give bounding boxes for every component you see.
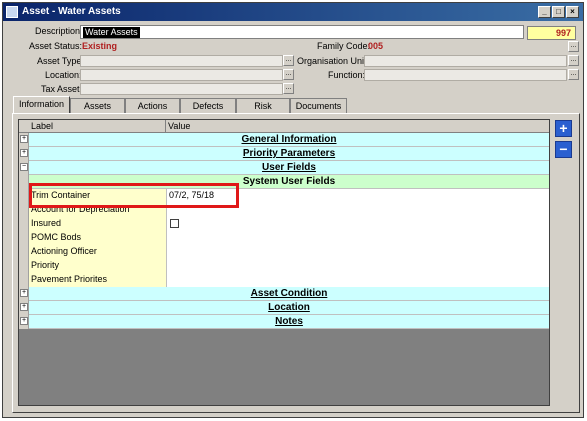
asset-status-label: Asset Status: (29, 41, 83, 51)
field-label: Actioning Officer (31, 246, 97, 256)
close-button[interactable]: × (566, 6, 579, 18)
field-row-pomc-bods[interactable]: POMC Bods (19, 231, 549, 245)
category-label: General Information (241, 134, 337, 145)
field-value[interactable] (166, 273, 549, 287)
field-label: POMC Bods (31, 232, 82, 242)
collapse-icon[interactable]: − (20, 163, 28, 171)
asset-window: Asset - Water Assets _ □ × Description: … (2, 2, 584, 418)
grid-header: Label Value (19, 120, 549, 133)
category-label: Asset Condition (250, 288, 328, 299)
organisation-unit-field[interactable] (364, 55, 567, 67)
expand-icon[interactable]: + (20, 149, 28, 157)
category-label: Notes (275, 316, 303, 327)
tab-assets[interactable]: Assets (70, 98, 125, 114)
category-label: Location (268, 302, 310, 313)
location-field[interactable] (80, 69, 283, 81)
description-value: Water Assets (83, 27, 140, 38)
label-column-header: Label (31, 121, 54, 131)
trim-container-highlight (29, 183, 239, 208)
tab-documents[interactable]: Documents (290, 98, 347, 114)
add-icon[interactable]: + (555, 120, 572, 137)
function-lookup-button[interactable]: ... (568, 69, 579, 80)
category-label: Priority Parameters (242, 148, 336, 159)
family-code-label: Family Code: (317, 41, 371, 51)
category-row-general-information[interactable]: + General Information (19, 133, 549, 147)
expand-icon[interactable]: + (20, 317, 28, 325)
field-row-priority[interactable]: Priority (19, 259, 549, 273)
insured-checkbox[interactable] (170, 219, 179, 228)
tab-defects[interactable]: Defects (180, 98, 236, 114)
category-row-asset-condition[interactable]: + Asset Condition (19, 287, 549, 301)
category-row-user-fields[interactable]: − User Fields (19, 161, 549, 175)
tab-information[interactable]: Information (13, 96, 70, 114)
tab-risk[interactable]: Risk (236, 98, 290, 114)
tab-actions[interactable]: Actions (125, 98, 180, 114)
asset-number-box: 997 (527, 26, 576, 40)
asset-type-lookup-button[interactable]: ... (283, 55, 294, 66)
description-label: Description: (35, 26, 83, 36)
tax-asset-lookup-button[interactable]: ... (283, 83, 294, 94)
window-title: Asset - Water Assets (22, 6, 121, 17)
minimize-button[interactable]: _ (538, 6, 551, 18)
family-code-lookup-button[interactable]: ... (568, 41, 579, 52)
organisation-unit-label: Organisation Unit: (297, 56, 370, 66)
asset-type-field[interactable] (80, 55, 283, 67)
location-lookup-button[interactable]: ... (283, 69, 294, 80)
category-row-priority-parameters[interactable]: + Priority Parameters (19, 147, 549, 161)
property-grid: Label Value + General Information + Prio… (18, 119, 550, 406)
function-field[interactable] (364, 69, 567, 81)
app-icon (6, 6, 18, 18)
location-label: Location: (45, 70, 82, 80)
field-row-pavement-priorites[interactable]: Pavement Priorites (19, 273, 549, 287)
field-value[interactable] (166, 231, 549, 245)
value-column-header: Value (168, 121, 191, 131)
field-label: Insured (31, 218, 62, 228)
field-value[interactable] (166, 245, 549, 259)
field-value[interactable] (166, 259, 549, 273)
asset-status-value: Existing (82, 41, 118, 51)
maximize-button[interactable]: □ (552, 6, 565, 18)
expand-icon[interactable]: + (20, 289, 28, 297)
asset-type-label: Asset Type: (37, 56, 84, 66)
field-row-insured[interactable]: Insured (19, 217, 549, 231)
family-code-value: 005 (368, 41, 384, 51)
organisation-unit-lookup-button[interactable]: ... (568, 55, 579, 66)
description-field[interactable] (80, 25, 524, 39)
expand-icon[interactable]: + (20, 303, 28, 311)
category-row-notes[interactable]: + Notes (19, 315, 549, 329)
field-label: Pavement Priorites (31, 274, 108, 284)
category-row-location[interactable]: + Location (19, 301, 549, 315)
tax-asset-label: Tax Asset: (41, 84, 83, 94)
expand-icon[interactable]: + (20, 135, 28, 143)
category-label: User Fields (262, 162, 316, 173)
function-label: Function: (328, 70, 366, 80)
tax-asset-field[interactable] (80, 83, 283, 95)
field-row-actioning-officer[interactable]: Actioning Officer (19, 245, 549, 259)
field-label: Priority (31, 260, 60, 270)
remove-icon[interactable]: − (555, 141, 572, 158)
title-bar: Asset - Water Assets _ □ × (3, 3, 583, 21)
